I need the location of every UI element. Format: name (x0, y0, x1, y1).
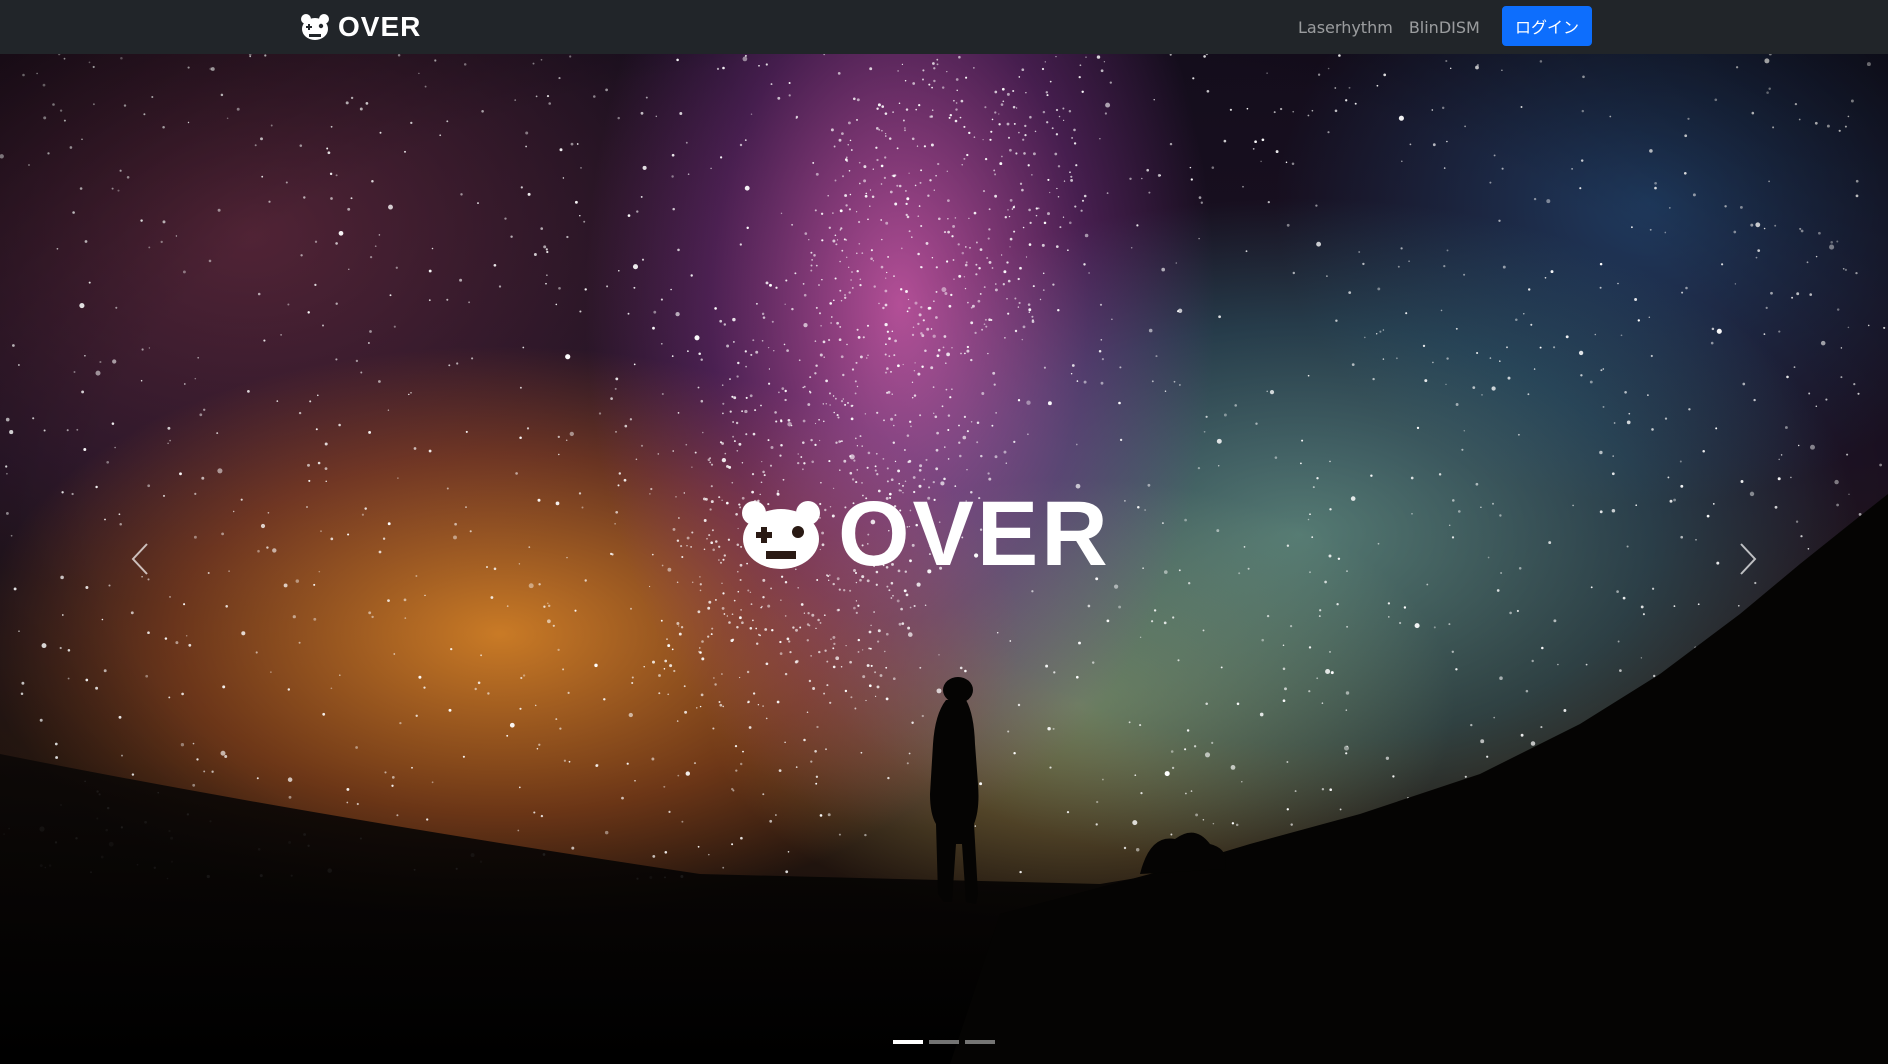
carousel-indicator-3[interactable] (965, 1040, 995, 1044)
carousel-next-button[interactable] (1608, 54, 1888, 1064)
brand-text: OVER (338, 11, 422, 42)
panda-controller-icon (301, 14, 329, 40)
login-button[interactable]: ログイン (1502, 6, 1592, 46)
nav-link-blindism[interactable]: BlinDISM (1401, 18, 1488, 37)
chevron-right-icon (1740, 543, 1757, 575)
carousel-indicator-1[interactable] (893, 1040, 923, 1044)
nav-link-laserhythm[interactable]: Laserhythm (1290, 18, 1401, 37)
navbar: OVER Laserhythm BlinDISM ログイン (0, 0, 1888, 54)
chevron-left-icon (131, 543, 148, 575)
hero-carousel: OVER (0, 54, 1888, 1064)
hero-logo-text: OVER (838, 483, 1111, 585)
hero-logo: OVER (740, 483, 1142, 585)
panda-controller-icon (742, 501, 820, 569)
carousel-indicators (0, 1040, 1888, 1046)
brand-logo[interactable]: OVER (300, 12, 421, 42)
carousel-indicator-2[interactable] (929, 1040, 959, 1044)
nav-links: Laserhythm BlinDISM (1290, 0, 1488, 54)
carousel-prev-button[interactable] (0, 54, 280, 1064)
